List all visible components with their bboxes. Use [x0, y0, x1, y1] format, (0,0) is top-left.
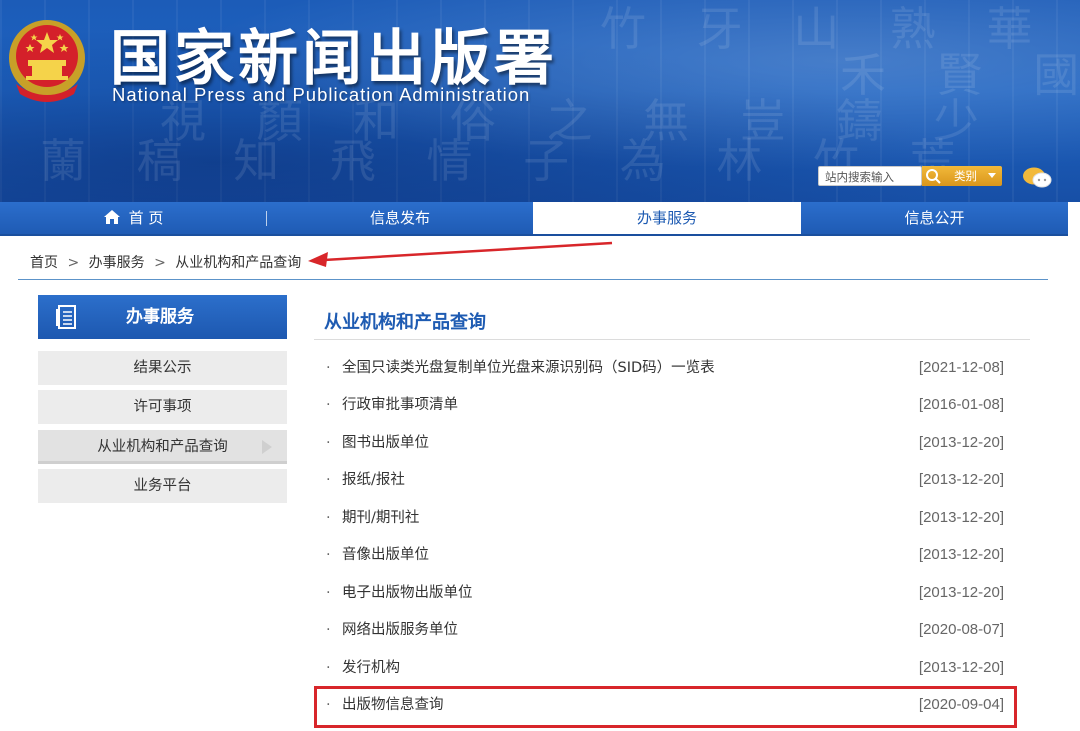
national-emblem-icon: [9, 20, 85, 102]
chevron-right-icon: [262, 440, 272, 454]
list-item[interactable]: · 期刊/期刊社 [2013-12-20]: [324, 506, 1008, 530]
main-nav: 首 页 信息发布 办事服务 信息公开: [0, 202, 1068, 236]
breadcrumb-separator: >: [154, 255, 166, 271]
bullet: ·: [326, 472, 331, 488]
list-item-title[interactable]: 行政审批事项清单: [342, 393, 458, 417]
search-icon: [926, 169, 941, 184]
sidebar-heading-label: 办事服务: [126, 307, 194, 327]
breadcrumb-home[interactable]: 首页: [30, 255, 58, 271]
header-banner: 視 顏 和 俗 之 無 豈 鑄 少 蘭 稿 知 飛 情 子 為 林 竹 荒 竹 …: [0, 0, 1080, 202]
title-divider: [314, 339, 1030, 340]
list-item[interactable]: · 网络出版服务单位 [2020-08-07]: [324, 618, 1008, 642]
category-dropdown[interactable]: 类别: [946, 166, 1002, 186]
list-item[interactable]: · 报纸/报社 [2013-12-20]: [324, 468, 1008, 492]
list-item-date: [2021-12-08]: [918, 359, 1004, 376]
list-item-date: [2013-12-20]: [918, 509, 1004, 526]
breadcrumb-divider: [18, 279, 1048, 280]
list-item-title[interactable]: 音像出版单位: [342, 543, 429, 567]
nav-item-info-disclosure[interactable]: 信息公开: [801, 202, 1068, 234]
bullet: ·: [326, 510, 331, 526]
list-item[interactable]: · 发行机构 [2013-12-20]: [324, 656, 1008, 680]
breadcrumb-current[interactable]: 从业机构和产品查询: [175, 255, 301, 271]
page-title: 从业机构和产品查询: [324, 312, 486, 333]
list-item-date: [2020-08-07]: [918, 621, 1004, 638]
list-item-title[interactable]: 发行机构: [342, 656, 400, 680]
nav-item-home[interactable]: 首 页: [0, 202, 266, 234]
bullet: ·: [326, 547, 331, 563]
chevron-down-icon: [988, 173, 996, 178]
category-label: 类别: [954, 169, 977, 183]
list-item-title[interactable]: 电子出版物出版单位: [342, 581, 473, 605]
annotation-highlight-box: [314, 686, 1017, 728]
bullet: ·: [326, 435, 331, 451]
list-item-date: [2013-12-20]: [918, 546, 1004, 563]
sidebar-item-institution-query[interactable]: 从业机构和产品查询: [38, 430, 287, 464]
list-item[interactable]: · 全国只读类光盘复制单位光盘来源识别码（SID码）一览表 [2021-12-0…: [324, 356, 1008, 380]
bullet: ·: [326, 360, 331, 376]
sidebar-item-results[interactable]: 结果公示: [38, 351, 287, 385]
bullet: ·: [326, 660, 331, 676]
list-item-title[interactable]: 报纸/报社: [342, 468, 405, 492]
list-item-date: [2016-01-08]: [918, 396, 1004, 413]
list-item[interactable]: · 行政审批事项清单 [2016-01-08]: [324, 393, 1008, 417]
document-icon: [56, 305, 76, 329]
wechat-icon[interactable]: [1022, 166, 1052, 190]
search-button[interactable]: [922, 166, 946, 186]
breadcrumb-separator: >: [67, 255, 80, 271]
bullet: ·: [326, 585, 331, 601]
list-item[interactable]: · 图书出版单位 [2013-12-20]: [324, 431, 1008, 455]
list-item-date: [2013-12-20]: [918, 584, 1004, 601]
nav-item-label: 首 页: [128, 209, 164, 227]
bullet: ·: [326, 397, 331, 413]
bullet: ·: [326, 622, 331, 638]
list-item-title[interactable]: 图书出版单位: [342, 431, 429, 455]
breadcrumb-services[interactable]: 办事服务: [89, 255, 145, 271]
breadcrumb: 首页 > 办事服务 > 从业机构和产品查询: [30, 252, 306, 272]
sidebar-item-business-platform[interactable]: 业务平台: [38, 469, 287, 503]
sidebar-heading: 办事服务: [38, 295, 287, 339]
search-input[interactable]: 站内搜索输入: [818, 166, 922, 186]
sidebar-item-label: 从业机构和产品查询: [97, 439, 228, 455]
list-item[interactable]: · 电子出版物出版单位 [2013-12-20]: [324, 581, 1008, 605]
list-item-date: [2013-12-20]: [918, 434, 1004, 451]
list-item-date: [2013-12-20]: [918, 471, 1004, 488]
nav-item-info-release[interactable]: 信息发布: [267, 202, 533, 234]
home-icon: [103, 210, 120, 224]
list-item-date: [2013-12-20]: [918, 659, 1004, 676]
annotation-arrow-icon: [308, 241, 613, 267]
list-item[interactable]: · 音像出版单位 [2013-12-20]: [324, 543, 1008, 567]
list-item-title[interactable]: 全国只读类光盘复制单位光盘来源识别码（SID码）一览表: [342, 356, 715, 380]
list-item-title[interactable]: 网络出版服务单位: [342, 618, 458, 642]
site-subtitle: National Press and Publication Administr…: [112, 84, 531, 105]
list-item-title[interactable]: 期刊/期刊社: [342, 506, 419, 530]
sidebar-item-licenses[interactable]: 许可事项: [38, 390, 287, 424]
nav-item-services[interactable]: 办事服务: [533, 202, 801, 234]
